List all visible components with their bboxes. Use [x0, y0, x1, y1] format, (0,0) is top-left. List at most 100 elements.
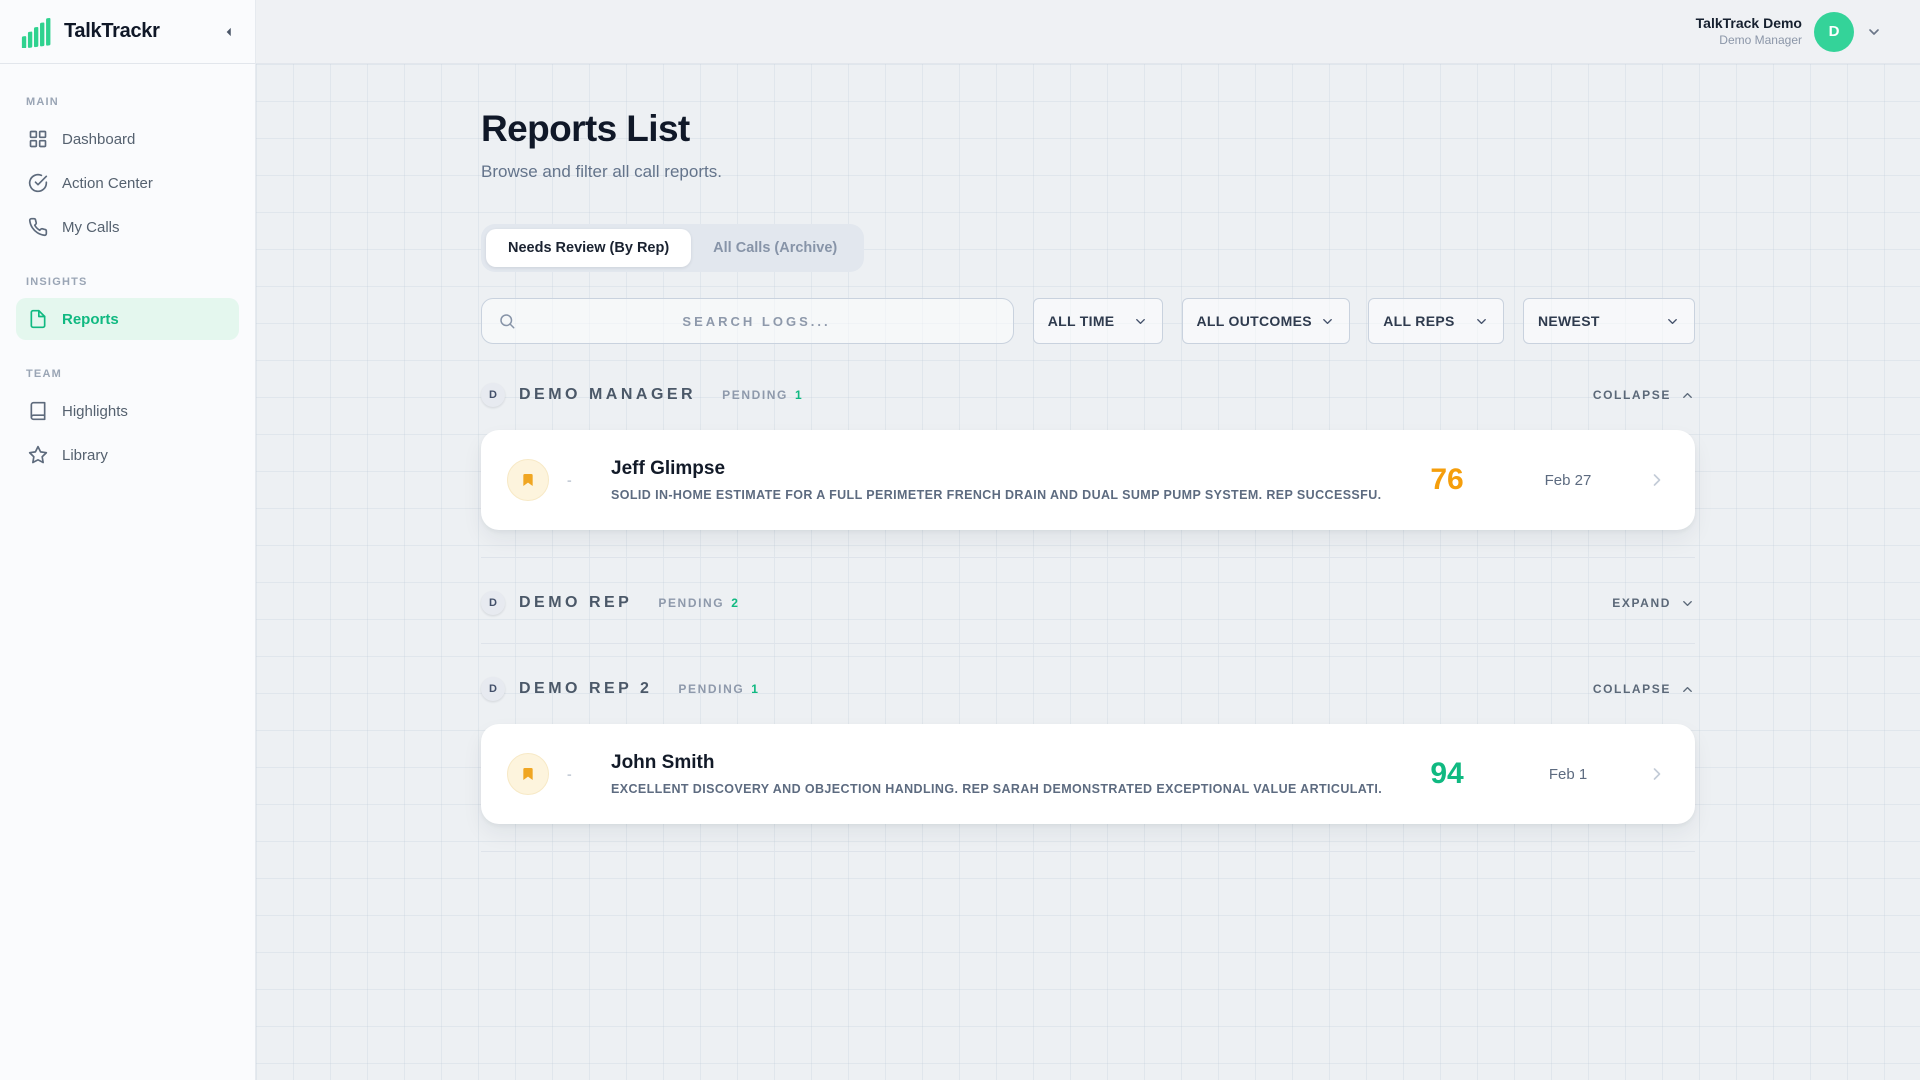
- user-avatar[interactable]: D: [1814, 12, 1854, 52]
- rep-avatar: D: [481, 591, 505, 615]
- sidebar-item-label: Library: [62, 447, 108, 464]
- call-customer-name: Jeff Glimpse: [611, 458, 1381, 480]
- group-toggle-button[interactable]: EXPAND: [1612, 596, 1695, 611]
- topbar: TalkTrack Demo Demo Manager D: [256, 0, 1920, 64]
- chevron-up-icon: [1680, 388, 1695, 403]
- group-toggle-label: COLLAPSE: [1593, 388, 1671, 402]
- call-dash: -: [567, 766, 611, 782]
- sidebar-item-label: Dashboard: [62, 131, 135, 148]
- sidebar-item-my-calls[interactable]: My Calls: [16, 206, 239, 248]
- rep-name: DEMO REP 2: [519, 680, 652, 698]
- rep-group-demo-manager: D DEMO MANAGER PENDING 1 COLLAPSE - Jeff…: [481, 382, 1695, 558]
- app-root: TalkTrackr TalkTrack Demo Demo Manager D…: [0, 0, 1920, 1080]
- search-icon: [498, 312, 516, 330]
- call-score: 94: [1401, 757, 1493, 791]
- dropdown-label: ALL TIME: [1048, 313, 1115, 329]
- call-summary: EXCELLENT DISCOVERY AND OBJECTION HANDLI…: [611, 782, 1381, 796]
- filter-dropdown-all-reps[interactable]: ALL REPS: [1368, 298, 1504, 344]
- nav-section-team: TEAM Highlights Library: [16, 368, 239, 476]
- filter-dropdown-all-outcomes[interactable]: ALL OUTCOMES: [1182, 298, 1350, 344]
- phone-icon: [28, 217, 48, 237]
- pending-count-badge: 1: [751, 682, 758, 696]
- dropdown-label: ALL REPS: [1383, 313, 1454, 329]
- rep-groups: D DEMO MANAGER PENDING 1 COLLAPSE - Jeff…: [481, 382, 1695, 852]
- nav-section-label: TEAM: [26, 368, 229, 380]
- file-icon: [28, 309, 48, 329]
- rep-name: DEMO REP: [519, 594, 632, 612]
- call-info: John Smith EXCELLENT DISCOVERY AND OBJEC…: [611, 752, 1401, 796]
- user-role: Demo Manager: [1696, 33, 1802, 48]
- chevron-up-icon: [1680, 682, 1695, 697]
- filter-row: ALL TIME ALL OUTCOMES ALL REPS NEWEST: [481, 298, 1695, 344]
- rep-avatar: D: [481, 677, 505, 701]
- bookmark-icon: [507, 459, 549, 501]
- book-icon: [28, 401, 48, 421]
- rep-group-header: D DEMO MANAGER PENDING 1 COLLAPSE: [481, 382, 1695, 408]
- nav-section-main: MAIN Dashboard Action Center My Calls: [16, 96, 239, 248]
- dropdown-label: NEWEST: [1538, 313, 1600, 329]
- sidebar-item-label: Action Center: [62, 175, 153, 192]
- app-logo-icon: [20, 16, 54, 48]
- group-toggle-button[interactable]: COLLAPSE: [1593, 388, 1695, 403]
- chevron-right-icon: [1647, 764, 1667, 784]
- chevron-down-icon: [1474, 314, 1489, 329]
- dropdown-label: ALL OUTCOMES: [1197, 313, 1312, 329]
- user-info: TalkTrack Demo Demo Manager: [1696, 15, 1802, 48]
- search-input[interactable]: [516, 299, 997, 343]
- chevron-down-icon: [1665, 314, 1680, 329]
- rep-group-header: D DEMO REP PENDING 2 EXPAND: [481, 590, 1695, 616]
- page-title: Reports List: [481, 108, 1695, 150]
- group-toggle-label: EXPAND: [1612, 596, 1671, 610]
- call-info: Jeff Glimpse SOLID IN-HOME ESTIMATE FOR …: [611, 458, 1401, 502]
- chevron-down-icon[interactable]: [1866, 24, 1882, 40]
- chevron-right-icon: [1647, 470, 1667, 490]
- chevron-down-icon: [1320, 314, 1335, 329]
- group-toggle-button[interactable]: COLLAPSE: [1593, 682, 1695, 697]
- sidebar-item-label: My Calls: [62, 219, 120, 236]
- rep-group-demo-rep-2: D DEMO REP 2 PENDING 1 COLLAPSE - John S…: [481, 676, 1695, 852]
- chevron-down-icon: [1680, 596, 1695, 611]
- star-icon: [28, 445, 48, 465]
- call-report-card[interactable]: - John Smith EXCELLENT DISCOVERY AND OBJ…: [481, 724, 1695, 824]
- sidebar-item-label: Highlights: [62, 403, 128, 420]
- tab-all-calls-archive[interactable]: All Calls (Archive): [691, 229, 859, 267]
- check-circle-icon: [28, 173, 48, 193]
- pending-count-badge: 2: [731, 596, 738, 610]
- sidebar-item-library[interactable]: Library: [16, 434, 239, 476]
- call-date: Feb 27: [1493, 472, 1643, 489]
- call-summary: SOLID IN-HOME ESTIMATE FOR A FULL PERIME…: [611, 488, 1381, 502]
- bookmark-icon: [507, 753, 549, 795]
- nav-section-insights: INSIGHTS Reports: [16, 276, 239, 340]
- call-date: Feb 1: [1493, 766, 1643, 783]
- rep-avatar: D: [481, 383, 505, 407]
- search-box: [481, 298, 1014, 344]
- sidebar-header: TalkTrackr: [0, 0, 256, 64]
- call-customer-name: John Smith: [611, 752, 1381, 774]
- sidebar-nav: MAIN Dashboard Action Center My Calls IN…: [0, 64, 256, 1080]
- nav-section-label: INSIGHTS: [26, 276, 229, 288]
- sidebar-item-highlights[interactable]: Highlights: [16, 390, 239, 432]
- call-score: 76: [1401, 463, 1493, 497]
- page-subtitle: Browse and filter all call reports.: [481, 162, 1695, 182]
- tab-bar: Needs Review (By Rep) All Calls (Archive…: [481, 224, 864, 272]
- tab-needs-review-by-rep[interactable]: Needs Review (By Rep): [486, 229, 691, 267]
- chevron-down-icon: [1133, 314, 1148, 329]
- app-title: TalkTrackr: [64, 20, 160, 43]
- user-name: TalkTrack Demo: [1696, 15, 1802, 33]
- sidebar-item-action-center[interactable]: Action Center: [16, 162, 239, 204]
- pending-count-badge: 1: [795, 388, 802, 402]
- filter-dropdown-newest[interactable]: NEWEST: [1523, 298, 1695, 344]
- filter-dropdown-all-time[interactable]: ALL TIME: [1033, 298, 1163, 344]
- nav-section-label: MAIN: [26, 96, 229, 108]
- sidebar-collapse-button[interactable]: [217, 20, 241, 44]
- group-toggle-label: COLLAPSE: [1593, 682, 1671, 696]
- rep-name: DEMO MANAGER: [519, 386, 696, 404]
- sidebar-item-label: Reports: [62, 311, 119, 328]
- pending-label: PENDING: [722, 388, 788, 402]
- sidebar-item-dashboard[interactable]: Dashboard: [16, 118, 239, 160]
- rep-group-demo-rep: D DEMO REP PENDING 2 EXPAND: [481, 590, 1695, 644]
- rep-group-header: D DEMO REP 2 PENDING 1 COLLAPSE: [481, 676, 1695, 702]
- call-report-card[interactable]: - Jeff Glimpse SOLID IN-HOME ESTIMATE FO…: [481, 430, 1695, 530]
- dashboard-grid-icon: [28, 129, 48, 149]
- sidebar-item-reports[interactable]: Reports: [16, 298, 239, 340]
